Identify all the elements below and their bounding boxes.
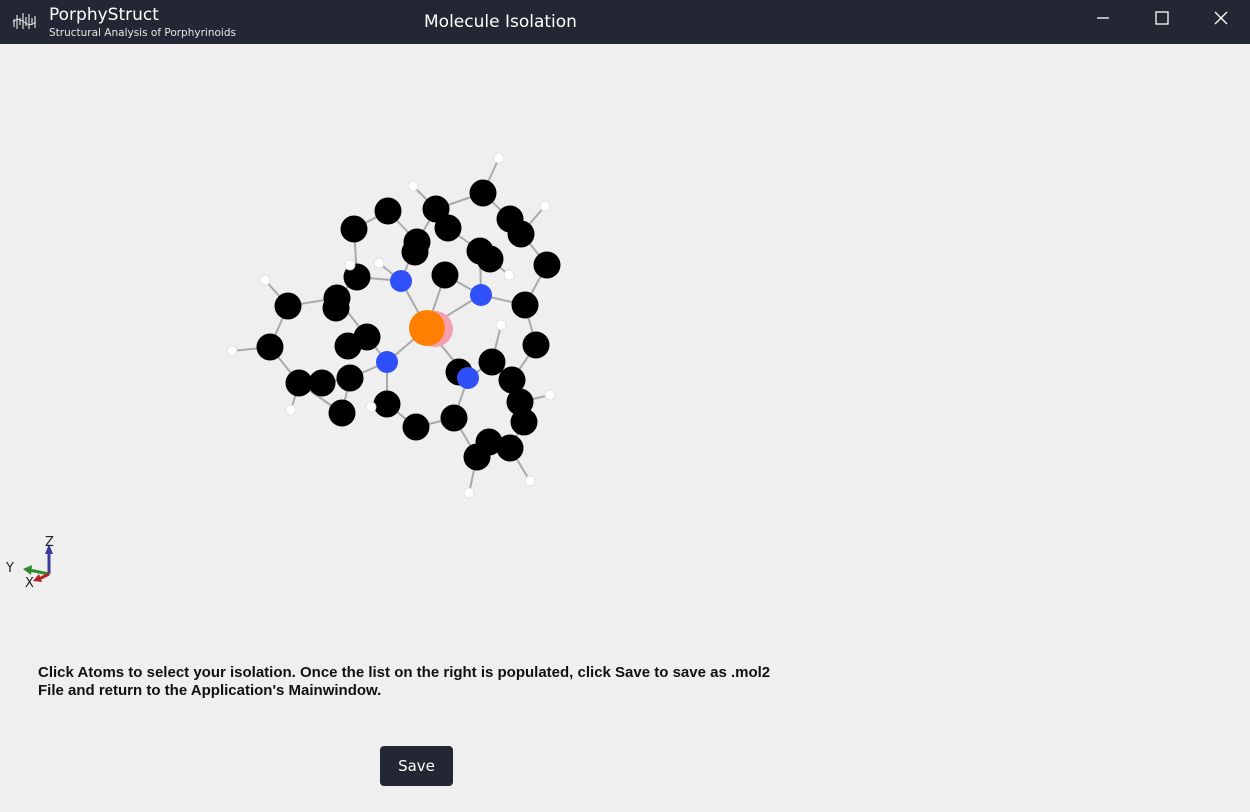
axis-x-label: X	[25, 576, 34, 591]
hydrogen-atom[interactable]	[373, 257, 385, 269]
carbon-atom[interactable]	[463, 443, 491, 471]
carbon-atom[interactable]	[496, 434, 524, 462]
hydrogen-atom[interactable]	[539, 200, 551, 212]
close-icon	[1214, 11, 1228, 25]
carbon-atom[interactable]	[274, 292, 302, 320]
carbon-atom[interactable]	[336, 364, 364, 392]
hydrogen-atom[interactable]	[495, 319, 507, 331]
carbon-atom[interactable]	[522, 331, 550, 359]
app-subtitle: Structural Analysis of Porphyrinoids	[49, 27, 236, 39]
instructions-text: Click Atoms to select your isolation. On…	[38, 664, 771, 699]
carbon-atom[interactable]	[434, 214, 462, 242]
carbon-atom[interactable]	[510, 408, 538, 436]
carbon-atom[interactable]	[476, 245, 504, 273]
atoms-layer[interactable]	[226, 152, 561, 499]
maximize-icon	[1155, 11, 1169, 25]
hydrogen-atom[interactable]	[344, 259, 356, 271]
hydrogen-atom[interactable]	[259, 274, 271, 286]
carbon-atom[interactable]	[334, 332, 362, 360]
save-button[interactable]: Save	[380, 746, 453, 786]
molecule-viewport[interactable]: Z Y X	[1, 44, 1249, 664]
carbon-atom[interactable]	[511, 291, 539, 319]
carbon-atom[interactable]	[440, 404, 468, 432]
axis-z-label: Z	[45, 535, 54, 550]
carbon-atom[interactable]	[402, 413, 430, 441]
carbon-atom[interactable]	[373, 390, 401, 418]
hydrogen-atom[interactable]	[407, 180, 419, 192]
metal-atom[interactable]	[409, 310, 445, 346]
carbon-atom[interactable]	[478, 348, 506, 376]
carbon-atom[interactable]	[256, 333, 284, 361]
app-logo-icon	[12, 9, 38, 33]
close-button[interactable]	[1192, 0, 1250, 36]
carbon-atom[interactable]	[308, 369, 336, 397]
hydrogen-atom[interactable]	[524, 475, 536, 487]
carbon-atom[interactable]	[507, 220, 535, 248]
carbon-atom[interactable]	[322, 294, 350, 322]
carbon-atom[interactable]	[374, 197, 402, 225]
carbon-atom[interactable]	[401, 238, 429, 266]
minimize-icon	[1097, 17, 1109, 19]
carbon-atom[interactable]	[328, 399, 356, 427]
maximize-button[interactable]	[1133, 0, 1191, 36]
window-title: Molecule Isolation	[424, 12, 577, 32]
axis-y-label: Y	[5, 561, 14, 576]
carbon-atom[interactable]	[431, 261, 459, 289]
title-bar: PorphyStruct Structural Analysis of Porp…	[0, 0, 1250, 44]
hydrogen-atom[interactable]	[226, 345, 238, 357]
hydrogen-atom[interactable]	[463, 487, 475, 499]
hydrogen-atom[interactable]	[285, 404, 297, 416]
nitrogen-atom[interactable]	[390, 270, 412, 292]
carbon-atom[interactable]	[285, 369, 313, 397]
molecule-canvas[interactable]: Z Y X	[1, 44, 1249, 664]
axis-triad: Z Y X	[5, 535, 54, 591]
carbon-atom[interactable]	[469, 179, 497, 207]
carbon-atom[interactable]	[340, 215, 368, 243]
hydrogen-atom[interactable]	[503, 269, 515, 281]
hydrogen-atom[interactable]	[493, 152, 505, 164]
hydrogen-atom[interactable]	[544, 389, 556, 401]
hydrogen-atom[interactable]	[365, 401, 377, 413]
nitrogen-atom[interactable]	[376, 351, 398, 373]
carbon-atom[interactable]	[533, 251, 561, 279]
minimize-button[interactable]	[1074, 0, 1132, 36]
app-name: PorphyStruct	[49, 5, 159, 25]
nitrogen-atom[interactable]	[470, 284, 492, 306]
nitrogen-atom[interactable]	[457, 367, 479, 389]
